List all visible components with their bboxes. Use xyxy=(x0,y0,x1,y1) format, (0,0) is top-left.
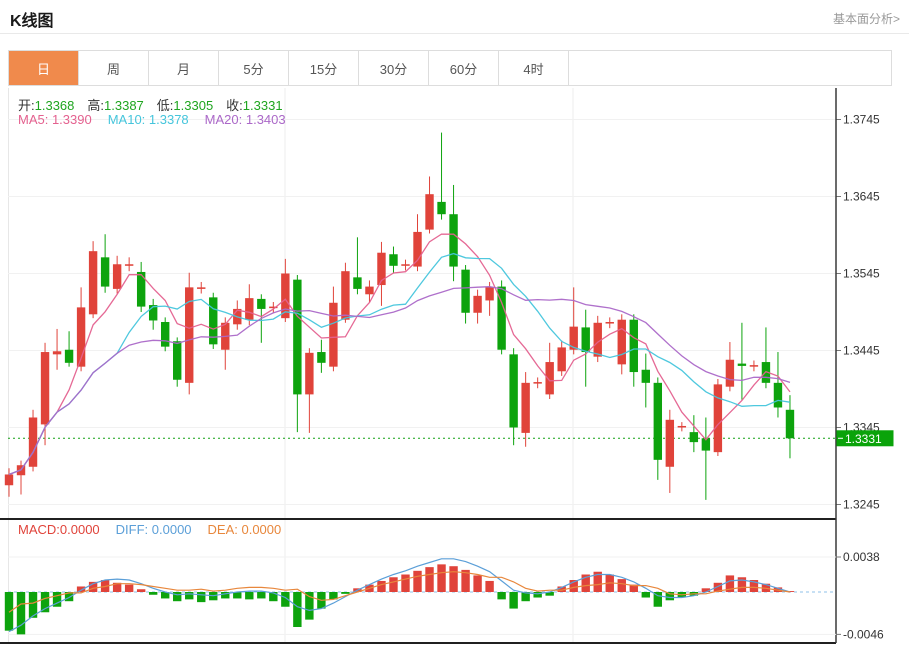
ma10-legend: MA10: 1.3378 xyxy=(107,112,189,127)
svg-text:1.3445: 1.3445 xyxy=(843,344,880,358)
close-label: 收: xyxy=(226,98,243,113)
tab-4hour[interactable]: 4时 xyxy=(499,51,569,85)
current-price-tag: 1.3331 xyxy=(836,430,894,447)
svg-text:1.3331: 1.3331 xyxy=(845,432,882,446)
macd-value-legend: MACD:0.0000 xyxy=(18,522,100,537)
svg-text:1.3545: 1.3545 xyxy=(843,267,880,281)
high-value: 1.3387 xyxy=(104,98,144,113)
page-title: K线图 xyxy=(10,13,54,30)
macd-legend: MACD:0.0000 DIFF: 0.0000 DEA: 0.0000 xyxy=(18,522,297,537)
svg-text:0.0038: 0.0038 xyxy=(843,550,880,564)
tab-day[interactable]: 日 xyxy=(9,51,79,85)
tab-30min[interactable]: 30分 xyxy=(359,51,429,85)
tab-60min[interactable]: 60分 xyxy=(429,51,499,85)
svg-text:1.3645: 1.3645 xyxy=(843,190,880,204)
high-label: 高: xyxy=(87,98,105,113)
ma5-legend: MA5: 1.3390 xyxy=(18,112,92,127)
dea-value-legend: DEA: 0.0000 xyxy=(207,522,282,537)
header-divider xyxy=(0,33,909,34)
ma20-legend: MA20: 1.3403 xyxy=(204,112,286,127)
tab-15min[interactable]: 15分 xyxy=(289,51,359,85)
ma-legend: MA5: 1.3390 MA10: 1.3378 MA20: 1.3403 xyxy=(18,112,302,127)
svg-text:1.3245: 1.3245 xyxy=(843,498,880,512)
tab-5min[interactable]: 5分 xyxy=(219,51,289,85)
tabbar-filler xyxy=(569,51,891,85)
svg-text:1.3745: 1.3745 xyxy=(843,113,880,127)
interval-tabbar: 日 周 月 5分 15分 30分 60分 4时 xyxy=(8,50,892,86)
open-value: 1.3368 xyxy=(34,98,75,113)
tab-month[interactable]: 月 xyxy=(149,51,219,85)
low-label: 低: xyxy=(156,98,174,113)
tab-week[interactable]: 周 xyxy=(79,51,149,85)
open-label: 开: xyxy=(18,98,35,113)
close-value: 1.3331 xyxy=(242,98,283,113)
kline-widget: 1.3745 1.3645 1.3545 1.3445 1.3345 1.3245 0.00… xyxy=(0,0,909,647)
fundamental-analysis-link[interactable]: 基本面分析> xyxy=(833,10,900,27)
svg-text:-0.0046: -0.0046 xyxy=(843,627,884,641)
low-value: 1.3305 xyxy=(173,98,214,113)
diff-value-legend: DIFF: 0.0000 xyxy=(115,522,192,537)
